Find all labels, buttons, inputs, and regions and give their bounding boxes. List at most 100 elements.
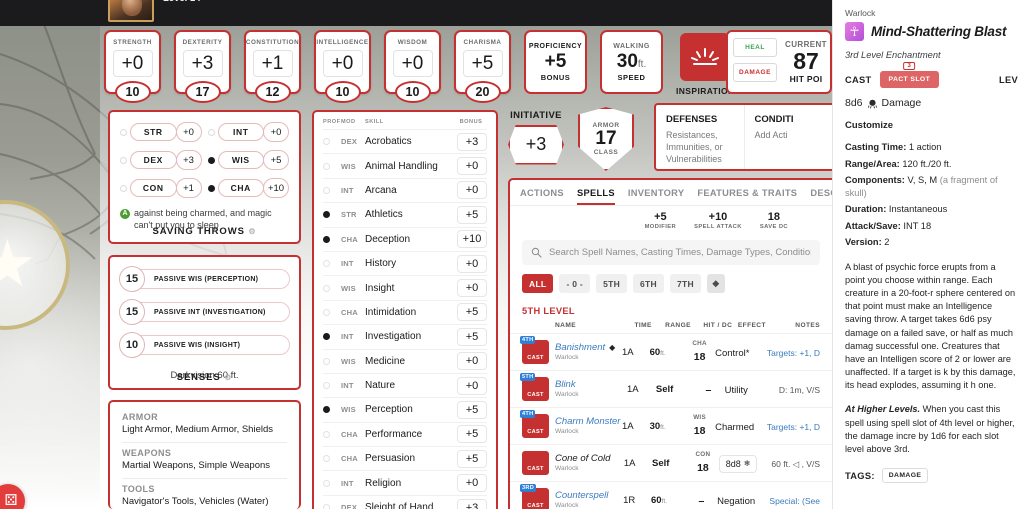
ability-dexterity[interactable]: DEXTERITY +3 17: [174, 30, 231, 103]
skill-row[interactable]: DEX Acrobatics +3: [323, 129, 487, 153]
tab-inventory[interactable]: INVENTORY: [628, 188, 684, 205]
skill-row[interactable]: WIS Perception +5: [323, 397, 487, 421]
spell-attack-value: +10: [708, 211, 728, 223]
walking-speed-box[interactable]: WALKING 30ft. SPEED: [600, 30, 663, 94]
defenses-section[interactable]: DEFENSES Resistances, Immunities, or Vul…: [656, 105, 745, 169]
ability-wisdom[interactable]: WISDOM +0 10: [384, 30, 441, 103]
ability-label: CONSTITUTION: [245, 39, 300, 46]
spell-row[interactable]: 4TH CAST Charm Monster Warlock 1A 30ft. WIS 18 C…: [510, 407, 832, 444]
skill-name: Deception: [365, 233, 411, 245]
cast-label: CAST: [527, 503, 544, 509]
proficiency-dot-icon: [323, 162, 330, 170]
skill-row[interactable]: INT Arcana +0: [323, 177, 487, 202]
tab-actions[interactable]: ACTIONS: [520, 188, 564, 205]
spell-level-filter[interactable]: ALL: [522, 274, 554, 293]
cast-spell-button[interactable]: 3RD CAST: [520, 484, 549, 509]
skill-row[interactable]: INT Nature +0: [323, 372, 487, 397]
cast-label: CAST: [527, 392, 544, 398]
skill-row[interactable]: STR Athletics +5: [323, 202, 487, 226]
conditions-section[interactable]: CONDITI Add Acti: [745, 105, 833, 169]
armor-class-box[interactable]: ARMOR 17 CLASS: [578, 107, 634, 171]
sense-value: 10: [119, 332, 145, 358]
customize-link[interactable]: Customize: [845, 120, 1018, 131]
spell-row[interactable]: 5TH CAST Blink Warlock 1A Self – Utility D: 1m, …: [510, 370, 832, 407]
spell-attack-stat: +10 SPELL ATTACK: [694, 211, 742, 230]
initiative-box[interactable]: INITIATIVE +3: [508, 110, 564, 165]
saving-throw-dex[interactable]: DEX +3: [120, 150, 202, 170]
character-avatar[interactable]: [108, 0, 154, 22]
proficiency-dot-icon: [120, 156, 127, 164]
ac-bottom-label: CLASS: [593, 148, 619, 156]
spell-search-input[interactable]: [549, 247, 811, 258]
skill-ability: INT: [341, 259, 354, 269]
spell-name-cell: 5TH CAST Blink Warlock: [520, 373, 627, 401]
spell-search-box[interactable]: [522, 240, 820, 265]
spell-detail-pane: Warlock Mind-Shattering Blast 3rd Level …: [832, 0, 1030, 509]
tab-spells[interactable]: SPELLS: [576, 188, 615, 205]
spell-name[interactable]: Cone of Cold: [555, 453, 610, 465]
cast-spell-button[interactable]: 4TH CAST: [520, 336, 549, 364]
spell-level-filter[interactable]: 6TH: [633, 274, 664, 293]
sense-passive-perception[interactable]: 15 PASSIVE WIS (PERCEPTION): [119, 266, 290, 292]
heal-button[interactable]: HEAL: [733, 38, 777, 57]
col-hit-dc: HIT / DC: [703, 322, 733, 329]
spell-name[interactable]: Banishment: [555, 342, 605, 354]
sense-passive-insight[interactable]: 10 PASSIVE WIS (INSIGHT): [119, 332, 290, 358]
filter-concentration-icon[interactable]: ◆: [706, 274, 725, 293]
gear-icon[interactable]: ⚙: [248, 227, 256, 236]
spell-row[interactable]: 4TH CAST Banishment ◆ Warlock 1A 60ft. CHA 18 Con…: [510, 333, 832, 370]
proficiency-armor: ARMOR Light Armor, Medium Armor, Shields: [122, 412, 287, 435]
spell-level-filter[interactable]: 7TH: [670, 274, 701, 293]
pact-slot-button[interactable]: 3 PACT SLOT: [879, 62, 940, 88]
tab-description[interactable]: DESCRIPTION: [810, 188, 832, 205]
saving-throw-wis[interactable]: WIS +5: [207, 150, 289, 170]
skill-row[interactable]: WIS Medicine +0: [323, 348, 487, 373]
skill-row[interactable]: INT Investigation +5: [323, 324, 487, 348]
saving-throw-int[interactable]: INT +0: [207, 122, 289, 142]
skill-row[interactable]: CHA Persuasion +5: [323, 446, 487, 470]
cast-label: CAST: [527, 355, 544, 361]
spell-row[interactable]: CAST Cone of Cold Warlock 1A Self CON 18 8d8 ❄ 60…: [510, 444, 832, 481]
skill-row[interactable]: DEX Sleight of Hand +3: [323, 494, 487, 509]
skill-ability: INT: [341, 185, 354, 195]
ability-modifier: +0: [322, 50, 363, 77]
saving-throw-con[interactable]: CON +1: [120, 178, 202, 198]
saving-throws-panel: STR +0 INT +0 DEX +3 WIS +5 CON +1 CHA +…: [108, 110, 301, 244]
skill-row[interactable]: WIS Insight +0: [323, 275, 487, 299]
cast-spell-button[interactable]: CAST: [522, 451, 549, 475]
cast-spell-button[interactable]: 4TH CAST: [520, 410, 549, 438]
saving-throw-str[interactable]: STR +0: [120, 122, 202, 142]
skill-row[interactable]: INT History +0: [323, 250, 487, 275]
ability-charisma[interactable]: CHARISMA +5 20: [454, 30, 511, 103]
saving-throw-cha[interactable]: CHA +10: [207, 178, 289, 198]
current-hit-points[interactable]: CURRENT 87 HIT POI: [782, 32, 830, 92]
spell-notes: Targets: +1, D: [766, 348, 820, 358]
spell-level-filter[interactable]: - 0 -: [559, 274, 591, 293]
sense-passive-investigation[interactable]: 15 PASSIVE INT (INVESTIGATION): [119, 299, 290, 325]
spell-name[interactable]: Counterspell: [555, 490, 608, 502]
skill-row[interactable]: CHA Performance +5: [323, 421, 487, 446]
tab-features-traits[interactable]: FEATURES & TRAITS: [697, 188, 797, 205]
damage-button[interactable]: DAMAGE: [733, 63, 777, 82]
skill-ability: CHA: [341, 454, 358, 464]
skill-row[interactable]: CHA Intimidation +5: [323, 299, 487, 324]
spell-row[interactable]: 3RD CAST Counterspell Warlock 1R 60ft. – Negati…: [510, 481, 832, 509]
proficiency-value: Navigator's Tools, Vehicles (Water): [122, 496, 269, 507]
skill-row[interactable]: WIS Animal Handling +0: [323, 153, 487, 177]
skill-row[interactable]: INT Religion +0: [323, 470, 487, 494]
proficiency-value: Martial Weapons, Simple Weapons: [122, 460, 271, 471]
tag-damage[interactable]: DAMAGE: [881, 468, 929, 484]
spell-name[interactable]: Blink: [555, 379, 576, 391]
detail-damage-row[interactable]: 8d6 Damage: [845, 97, 1018, 109]
ability-constitution[interactable]: CONSTITUTION +1 12: [244, 30, 301, 103]
spell-name[interactable]: Charm Monster: [555, 416, 620, 428]
spell-effect: Charmed: [715, 422, 755, 433]
ability-intelligence[interactable]: INTELLIGENCE +0 10: [314, 30, 371, 103]
detail-stat-label: Components:: [845, 175, 905, 186]
gear-icon[interactable]: ⚙: [224, 373, 232, 382]
ability-strength[interactable]: STRENGTH +0 10: [104, 30, 161, 103]
proficiency-bonus-box[interactable]: PROFICIENCY +5 BONUS: [524, 30, 587, 94]
skill-row[interactable]: CHA Deception +10: [323, 226, 487, 251]
spell-level-filter[interactable]: 5TH: [596, 274, 628, 293]
cast-spell-button[interactable]: 5TH CAST: [520, 373, 549, 401]
